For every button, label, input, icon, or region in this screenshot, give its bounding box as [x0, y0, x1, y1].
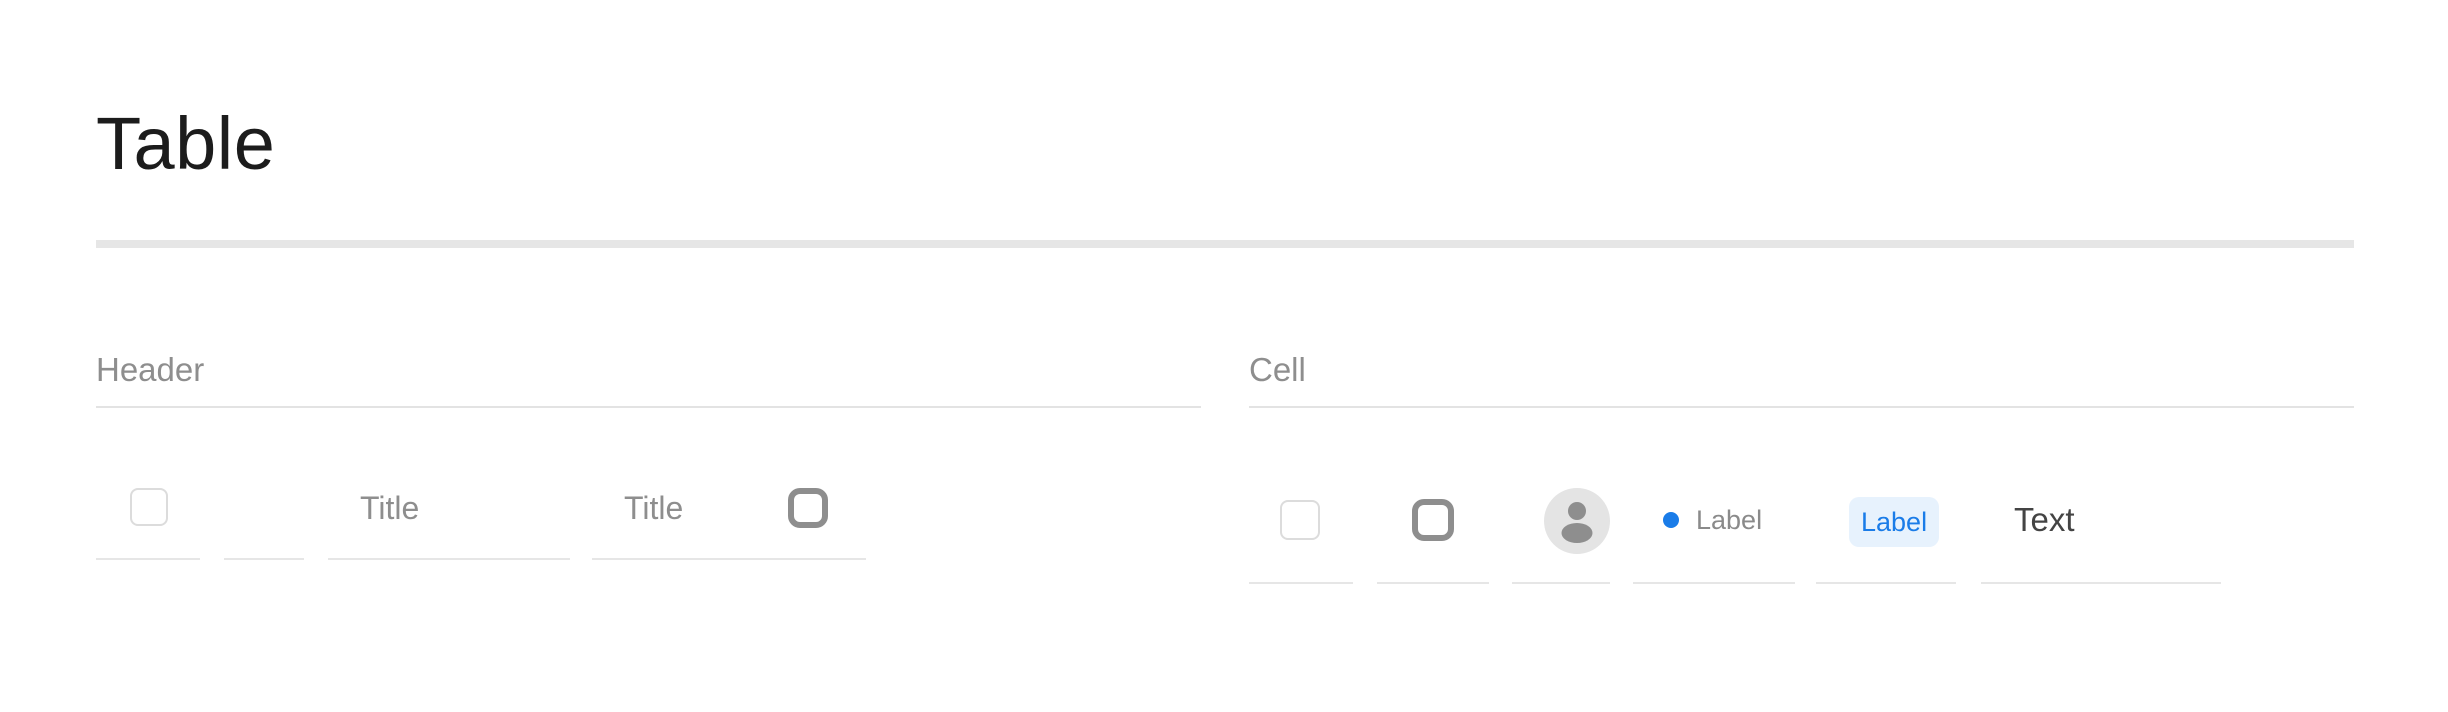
cell-outline-checkbox[interactable] [1412, 499, 1454, 541]
cell-text-cell: Text [1981, 470, 2221, 584]
header-title-checkbox-cell[interactable]: Title [592, 470, 866, 560]
section-label-cell: Cell [1249, 351, 1306, 388]
cell-section: Cell [1249, 340, 2354, 410]
status-dot-icon [1663, 512, 1679, 528]
cell-outline-checkbox-cell [1377, 470, 1489, 584]
header-outline-checkbox[interactable] [788, 488, 828, 528]
header-title: Title [360, 490, 420, 526]
title-divider [96, 240, 2354, 248]
user-avatar-icon [1544, 488, 1610, 554]
cell-status-cell: Label [1633, 470, 1795, 584]
cell-text: Text [2014, 501, 2075, 538]
status-tag: Label [1849, 497, 1940, 547]
cell-select-checkbox[interactable] [1280, 500, 1320, 540]
page-title: Table [96, 102, 276, 185]
cell-tag-cell: Label [1816, 470, 1956, 584]
header-section: Header [96, 340, 1201, 410]
section-label-header: Header [96, 351, 205, 388]
section-divider [1249, 406, 2354, 408]
header-empty-cell [224, 470, 304, 560]
cell-checkbox-cell [1249, 470, 1353, 584]
status-label: Label [1696, 505, 1763, 535]
cell-avatar-cell [1512, 470, 1610, 584]
header-checkbox-cell [96, 470, 200, 560]
header-select-checkbox[interactable] [130, 488, 168, 526]
section-divider [96, 406, 1201, 408]
header-title-cell[interactable]: Title [328, 470, 570, 560]
header-title: Title [624, 490, 684, 526]
